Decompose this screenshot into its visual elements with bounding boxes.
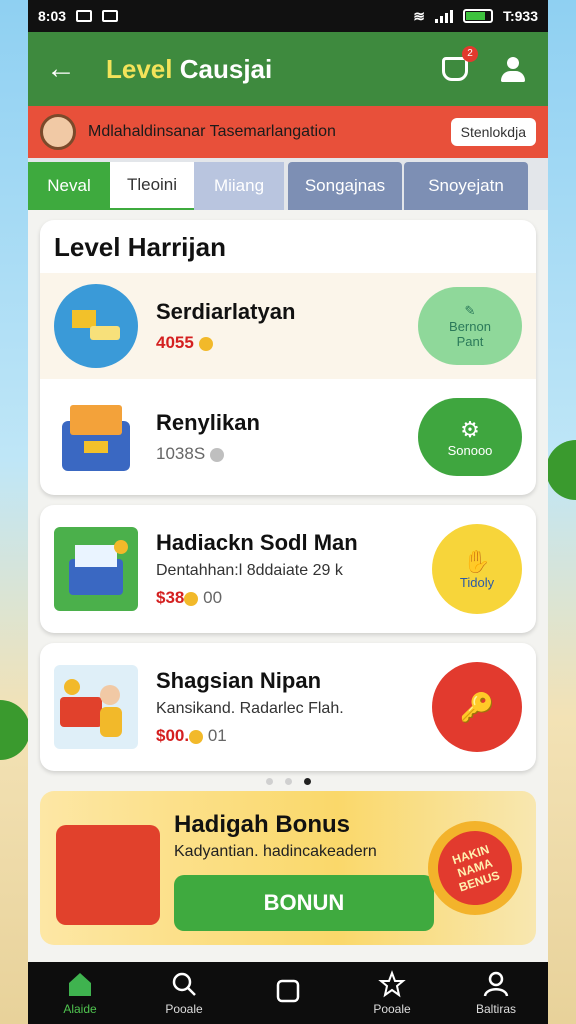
- search-icon: [172, 972, 196, 996]
- cart-button[interactable]: 2: [438, 46, 478, 86]
- item-price: 1038S: [156, 444, 418, 464]
- nav-item-profile[interactable]: Baltiras: [446, 970, 546, 1016]
- list-item: Hadiackn Sodl Man Dentahhan:l 8ddaiate 2…: [40, 505, 536, 633]
- banner-button[interactable]: Stenlokdja: [450, 118, 536, 146]
- treasure-icon: [54, 527, 138, 611]
- edit-icon: ✎: [464, 303, 476, 318]
- action-label: Tidoly: [459, 574, 495, 590]
- back-arrow-icon[interactable]: ←: [46, 52, 86, 86]
- palm-tree-icon: [546, 440, 576, 500]
- list-item: Serdiarlatyan 4055 ✎ Bernon Pant: [40, 273, 536, 379]
- item-thumbnail-icon: [54, 284, 138, 368]
- profile-button[interactable]: [496, 52, 530, 86]
- pagination-dots: [40, 773, 536, 789]
- item-name: Serdiarlatyan: [156, 299, 296, 324]
- promo-banner: Mdlahaldinsanar Tasemarlangation Stenlok…: [28, 106, 548, 158]
- tab-bar: Neval Tleoini Miiang Songajnas Snoyejatn: [28, 158, 548, 210]
- avatar: [40, 114, 76, 150]
- action-sublabel: Pant: [456, 334, 484, 349]
- notification-badge: 2: [462, 46, 478, 62]
- item-description: Kansikand. Radarlec Flah.: [156, 700, 344, 717]
- background-scene-right: [546, 0, 576, 1024]
- tab-neval[interactable]: Neval: [28, 162, 110, 210]
- list-card: Hadiackn Sodl Man Dentahhan:l 8ddaiate 2…: [40, 505, 536, 633]
- list-item: Renylikan 1038S ⚙ Sonooo: [40, 379, 536, 495]
- item-name: Renylikan: [156, 410, 260, 435]
- status-bar: 8:03 ≋ T:933: [28, 0, 548, 32]
- list-card: Shagsian Nipan Kansikand. Radarlec Flah.…: [40, 643, 536, 771]
- bag-icon: [442, 57, 468, 81]
- section-title: Level Harrijan: [54, 232, 226, 262]
- tab-miiang[interactable]: Miiang: [194, 162, 284, 210]
- action-label: Sonooo: [447, 442, 493, 458]
- badge-text: HAKIN NAMA BENUS: [428, 821, 522, 915]
- square-icon: [276, 979, 300, 1003]
- coin-icon: [189, 729, 204, 744]
- item-price: 4055: [156, 333, 418, 353]
- home-icon: [69, 973, 91, 996]
- hand-icon: ✋: [463, 548, 491, 574]
- nav-label: Pooale: [165, 1002, 203, 1016]
- star-icon: [378, 970, 406, 998]
- page-dot[interactable]: [284, 777, 292, 785]
- nav-item-search[interactable]: Pooale: [134, 970, 234, 1016]
- status-time-right: T:933: [502, 8, 538, 24]
- person-icon: [483, 971, 509, 997]
- message-icon: [102, 10, 119, 22]
- page-title: Level Causjai: [106, 54, 414, 85]
- status-time: 8:03: [38, 8, 67, 24]
- item-action-button[interactable]: ⚙ Sonooo: [418, 398, 522, 476]
- action-label: Bernon: [449, 319, 491, 334]
- list-item: Shagsian Nipan Kansikand. Radarlec Flah.…: [40, 643, 536, 771]
- background-scene-left: [0, 0, 30, 1024]
- character-icon: [54, 665, 138, 749]
- item-name: Shagsian Nipan: [156, 668, 322, 693]
- level-card: Level Harrijan Serdiarlatyan 4055 ✎ Bern…: [40, 220, 536, 495]
- gear-icon: ⚙: [460, 416, 480, 442]
- tab-snoyejatn[interactable]: Snoyejatn: [404, 162, 528, 210]
- main-content: Level Harrijan Serdiarlatyan 4055 ✎ Bern…: [28, 210, 548, 955]
- nav-item-center[interactable]: [238, 977, 338, 1009]
- nav-item-star[interactable]: Pooale: [342, 970, 442, 1016]
- bonus-card: Hadigah Bonus Kadyantian. hadincakeadern…: [40, 791, 536, 945]
- coin-icon: [198, 336, 213, 351]
- item-name: Hadiackn Sodl Man: [156, 530, 358, 555]
- nav-label: Pooale: [373, 1002, 411, 1016]
- wifi-icon: ≋: [413, 7, 425, 24]
- item-price: $38 00: [156, 588, 223, 607]
- coin-icon: [184, 591, 199, 606]
- signal-icon: [434, 9, 453, 23]
- palm-tree-icon: [0, 700, 30, 760]
- page-dot[interactable]: [265, 777, 273, 785]
- item-action-button[interactable]: ✋ Tidoly: [432, 524, 522, 614]
- bottom-nav: Alaide Pooale Pooale Baltiras: [28, 962, 548, 1024]
- mail-icon: [76, 10, 93, 22]
- gift-basket-icon: [56, 825, 160, 925]
- battery-icon: [462, 9, 493, 23]
- nav-label: Alaide: [63, 1002, 97, 1016]
- bonus-badge: HAKIN NAMA BENUS: [428, 821, 522, 915]
- nav-item-home[interactable]: Alaide: [30, 970, 130, 1016]
- tab-tleoini[interactable]: Tleoini: [110, 162, 194, 210]
- nav-label: Baltiras: [475, 1002, 516, 1016]
- coin-icon: [209, 447, 224, 462]
- phone-screen: 8:03 ≋ T:933 ← Level Causjai 2 Mdlahaldi…: [28, 0, 548, 1024]
- toolbox-icon: [54, 395, 138, 479]
- item-action-button[interactable]: 🔑: [432, 662, 522, 752]
- title-part-2: Causjai: [179, 53, 273, 84]
- app-bar: ← Level Causjai 2: [28, 32, 548, 106]
- item-action-button[interactable]: ✎ Bernon Pant: [418, 287, 522, 365]
- bonus-button[interactable]: BONUN: [174, 875, 434, 931]
- banner-message: Mdlahaldinsanar Tasemarlangation: [88, 123, 336, 140]
- item-price: $00. 01: [156, 726, 227, 745]
- page-dot-active[interactable]: [303, 777, 311, 785]
- key-icon: 🔑: [459, 691, 495, 723]
- item-description: Dentahhan:l 8ddaiate 29 k: [156, 562, 343, 579]
- tab-songajnas[interactable]: Songajnas: [288, 162, 402, 210]
- title-part-1: Level: [106, 53, 173, 84]
- person-icon: [501, 56, 525, 82]
